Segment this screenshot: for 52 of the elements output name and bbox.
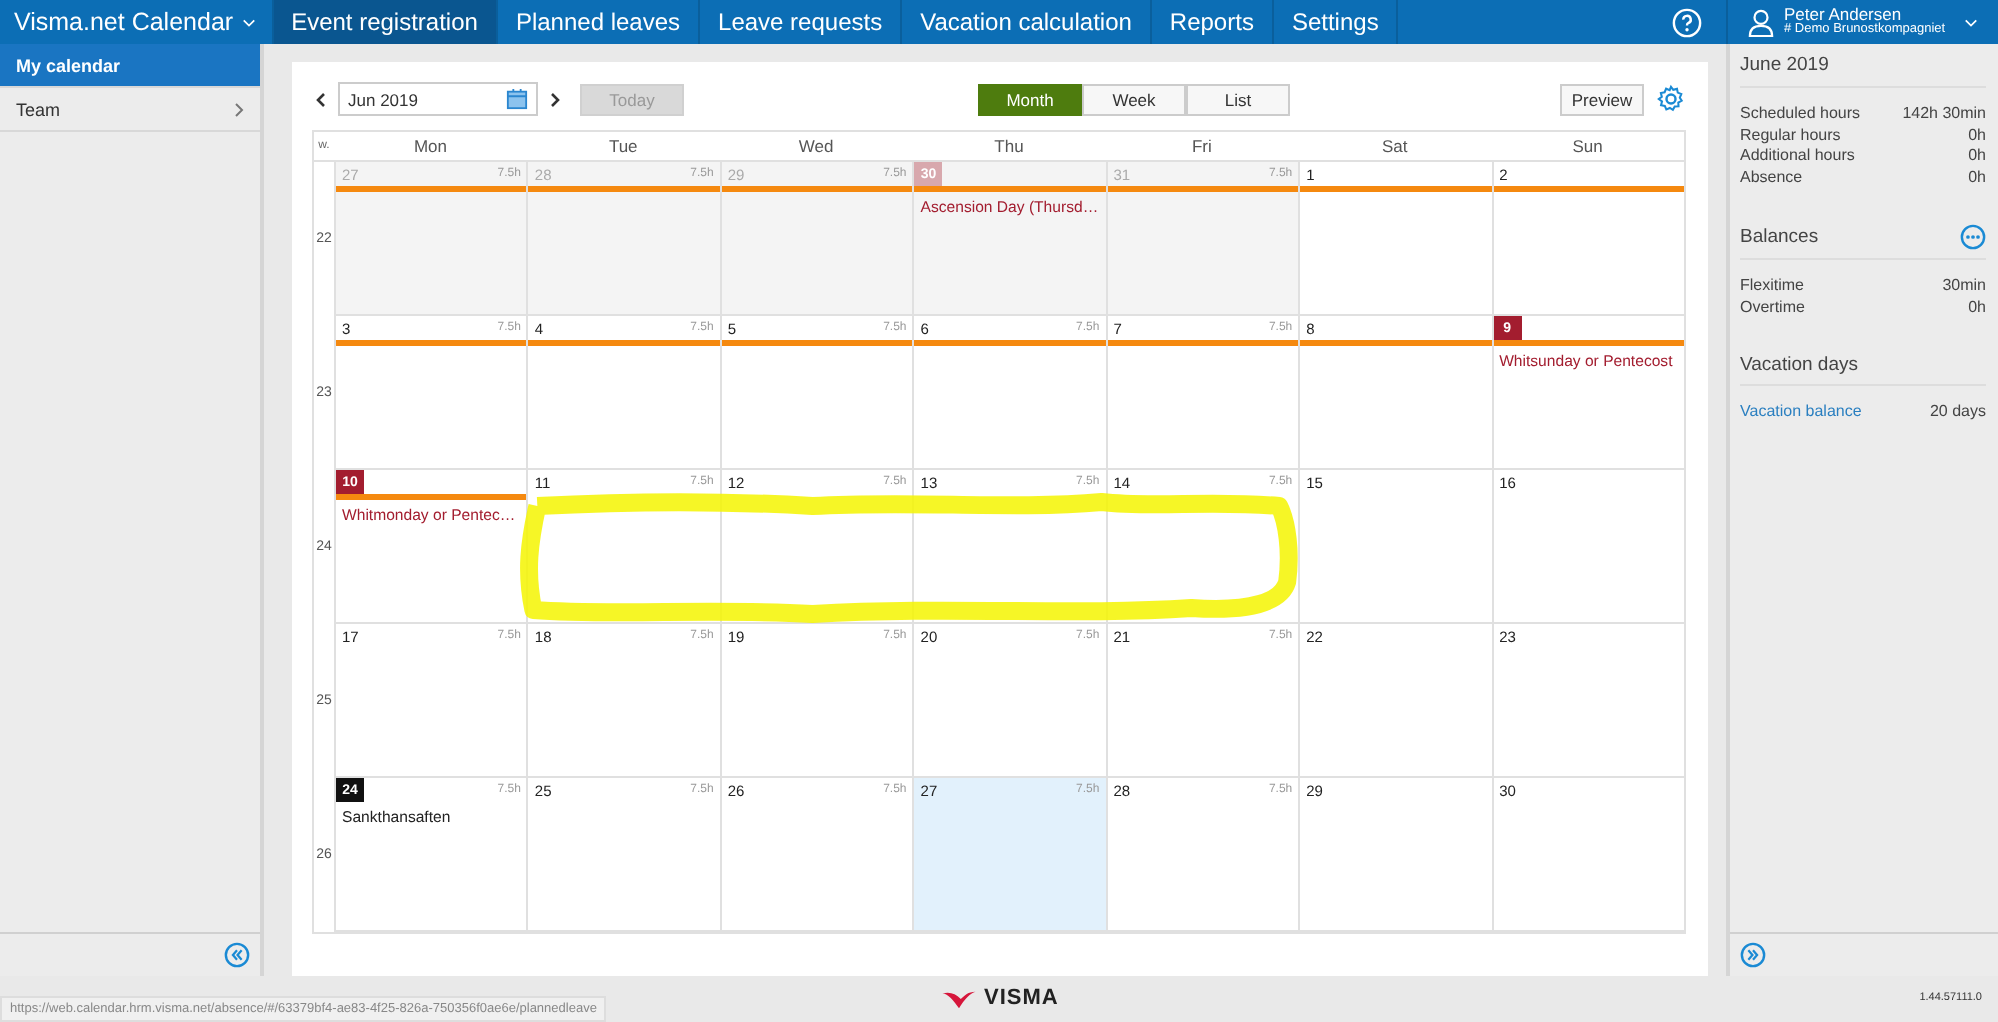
logo-icon (940, 987, 978, 1009)
nav-tab[interactable]: Planned leaves (497, 0, 701, 44)
view-toggle[interactable]: List (1186, 83, 1290, 115)
date-field[interactable]: Jun 2019 (338, 82, 538, 116)
calendar-icon[interactable] (506, 88, 528, 110)
nav-tab[interactable]: Reports (1151, 0, 1274, 44)
user-name: Peter Andersen (1784, 6, 1902, 22)
stat-label: Additional hours (1740, 146, 1855, 167)
section-title: Vacation days (1740, 354, 1858, 376)
section-title: Balances (1740, 226, 1819, 248)
weekday-header: Mon (411, 136, 449, 156)
weekday-header: Sun (1570, 136, 1605, 156)
nav-tab[interactable]: Settings (1273, 0, 1399, 44)
stat-label: Regular hours (1740, 125, 1841, 146)
nav-tab[interactable]: Leave requests (700, 0, 903, 44)
stat-label: Flexitime (1740, 276, 1805, 297)
sidebar-item[interactable]: My calendar (0, 44, 260, 88)
panel-title: June 2019 (1740, 54, 1986, 88)
help-icon[interactable] (1672, 7, 1702, 37)
sidebar-item[interactable]: Team (0, 88, 260, 132)
stat-value: 142h 30min (1902, 104, 1986, 125)
vacation-link[interactable]: Vacation balance (1740, 402, 1862, 423)
weekday-header: Thu (992, 136, 1026, 156)
nav-tab[interactable]: Event registration (273, 0, 498, 44)
stat-label: Scheduled hours (1740, 104, 1861, 125)
nav-tab[interactable]: Vacation calculation (902, 0, 1152, 44)
stat-value: 20 days (1929, 402, 1986, 423)
weekday-header: Sat (1379, 136, 1410, 156)
user-icon[interactable] (1748, 7, 1774, 37)
view-toggle[interactable]: Week (1082, 83, 1186, 115)
expand-icon[interactable] (1740, 942, 1766, 968)
more-icon[interactable] (1960, 224, 1986, 250)
caret-icon[interactable] (1964, 17, 1978, 27)
stat-value: 0h (1968, 146, 1986, 167)
stat-value: 0h (1968, 125, 1986, 146)
next-icon[interactable] (550, 91, 560, 107)
weekday-header: Wed (796, 136, 836, 156)
logo-text: VISMA (984, 986, 1059, 1010)
view-toggle[interactable]: Month (978, 83, 1082, 115)
preview-button[interactable]: Preview (1560, 83, 1644, 115)
stat-label: Overtime (1740, 297, 1805, 318)
chevron-right-icon (234, 101, 244, 117)
stat-value: 30min (1942, 276, 1986, 297)
stat-value: 0h (1968, 167, 1986, 188)
weekday-header: Tue (606, 136, 640, 156)
previous-icon[interactable] (316, 91, 326, 107)
collapse-icon[interactable] (224, 942, 250, 968)
stat-label: Absence (1740, 167, 1803, 188)
weekday-header: Fri (1189, 136, 1214, 156)
settings-icon[interactable] (1656, 84, 1686, 114)
stat-value: 0h (1968, 297, 1986, 318)
caret-icon (241, 17, 256, 27)
